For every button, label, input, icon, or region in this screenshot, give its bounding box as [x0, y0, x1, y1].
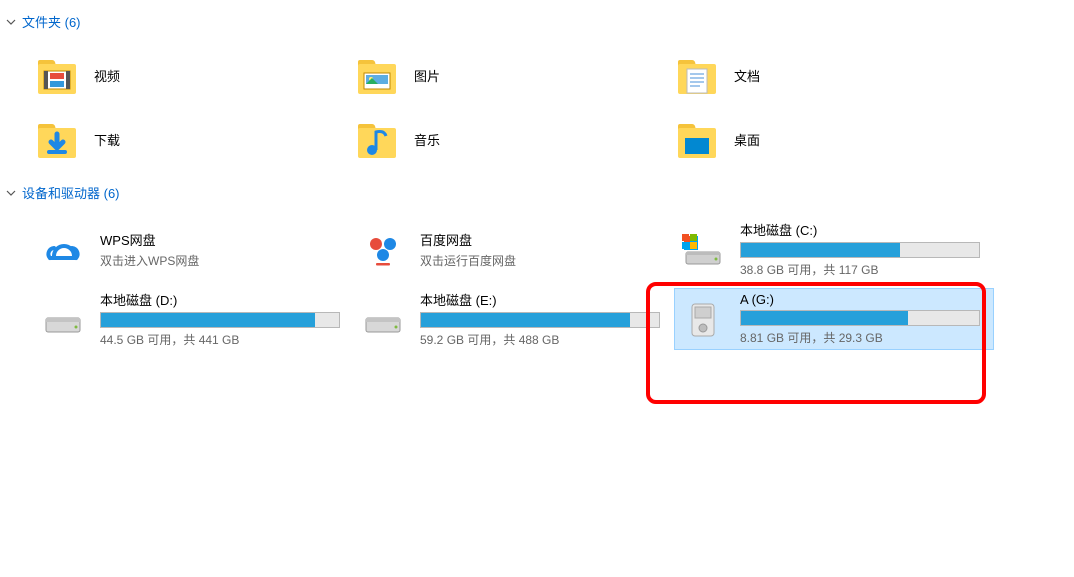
- drive-name: 本地磁盘 (D:): [100, 290, 348, 309]
- removable-icon: [680, 296, 726, 342]
- drive-name: WPS网盘: [100, 230, 348, 249]
- drive-usage-bar: [740, 310, 980, 326]
- drive-subtext: 59.2 GB 可用，共 488 GB: [420, 331, 668, 348]
- downloads-folder-icon: [34, 116, 80, 162]
- drive-icon: [40, 296, 86, 342]
- chevron-down-icon: [6, 17, 16, 27]
- drive-name: 百度网盘: [420, 230, 668, 249]
- section-drives-header[interactable]: 设备和驱动器 (6): [0, 179, 1074, 206]
- drive-subtext: 8.81 GB 可用，共 29.3 GB: [740, 329, 988, 346]
- wps-icon: [40, 226, 86, 272]
- drive-subtext: 双击进入WPS网盘: [100, 252, 348, 269]
- section-drives-title: 设备和驱动器 (6): [22, 183, 120, 202]
- folders-grid: 视频 图片 文档下载 音乐 桌面: [0, 35, 1074, 179]
- drive-item-3[interactable]: 本地磁盘 (D:) 44.5 GB 可用，共 441 GB: [34, 288, 354, 350]
- folder-label: 下载: [94, 130, 120, 149]
- folder-label: 音乐: [414, 130, 440, 149]
- drive-info: 本地磁盘 (C:) 38.8 GB 可用，共 117 GB: [740, 220, 988, 278]
- documents-folder-icon: [674, 52, 720, 98]
- drive-usage-bar: [100, 312, 340, 328]
- folder-item-downloads[interactable]: 下载: [34, 111, 354, 167]
- osdrive-icon: [680, 226, 726, 272]
- drive-item-0[interactable]: WPS网盘双击进入WPS网盘: [34, 218, 354, 280]
- chevron-down-icon: [6, 188, 16, 198]
- folder-label: 视频: [94, 66, 120, 85]
- drive-usage-bar: [420, 312, 660, 328]
- drive-info: 本地磁盘 (E:) 59.2 GB 可用，共 488 GB: [420, 290, 668, 348]
- drive-item-4[interactable]: 本地磁盘 (E:) 59.2 GB 可用，共 488 GB: [354, 288, 674, 350]
- drive-usage-bar: [740, 242, 980, 258]
- drive-name: A (G:): [740, 292, 988, 307]
- drive-icon: [360, 296, 406, 342]
- folder-label: 文档: [734, 66, 760, 85]
- drive-info: WPS网盘双击进入WPS网盘: [100, 230, 348, 269]
- drive-info: 百度网盘双击运行百度网盘: [420, 230, 668, 269]
- section-folders-title: 文件夹 (6): [22, 12, 81, 31]
- drive-subtext: 44.5 GB 可用，共 441 GB: [100, 331, 348, 348]
- drive-name: 本地磁盘 (E:): [420, 290, 668, 309]
- folder-item-music[interactable]: 音乐: [354, 111, 674, 167]
- drive-name: 本地磁盘 (C:): [740, 220, 988, 239]
- drives-grid: WPS网盘双击进入WPS网盘 百度网盘双击运行百度网盘 本地磁盘 (C:) 38.8 …: [0, 206, 1074, 362]
- explorer-content: 文件夹 (6) 视频 图片 文档下载 音乐 桌面 设备和驱动器 (6) WPS网盘双击进…: [0, 8, 1074, 362]
- drive-item-2[interactable]: 本地磁盘 (C:) 38.8 GB 可用，共 117 GB: [674, 218, 994, 280]
- drive-info: A (G:) 8.81 GB 可用，共 29.3 GB: [740, 292, 988, 346]
- folder-item-desktop[interactable]: 桌面: [674, 111, 994, 167]
- section-folders-header[interactable]: 文件夹 (6): [0, 8, 1074, 35]
- music-folder-icon: [354, 116, 400, 162]
- drive-subtext: 38.8 GB 可用，共 117 GB: [740, 261, 988, 278]
- baidu-icon: [360, 226, 406, 272]
- video-folder-icon: [34, 52, 80, 98]
- folder-item-documents[interactable]: 文档: [674, 47, 994, 103]
- drive-item-1[interactable]: 百度网盘双击运行百度网盘: [354, 218, 674, 280]
- pictures-folder-icon: [354, 52, 400, 98]
- folder-item-pictures[interactable]: 图片: [354, 47, 674, 103]
- drive-item-5[interactable]: A (G:) 8.81 GB 可用，共 29.3 GB: [674, 288, 994, 350]
- folder-item-video[interactable]: 视频: [34, 47, 354, 103]
- drive-info: 本地磁盘 (D:) 44.5 GB 可用，共 441 GB: [100, 290, 348, 348]
- drive-subtext: 双击运行百度网盘: [420, 252, 668, 269]
- folder-label: 桌面: [734, 130, 760, 149]
- folder-label: 图片: [414, 66, 440, 85]
- desktop-folder-icon: [674, 116, 720, 162]
